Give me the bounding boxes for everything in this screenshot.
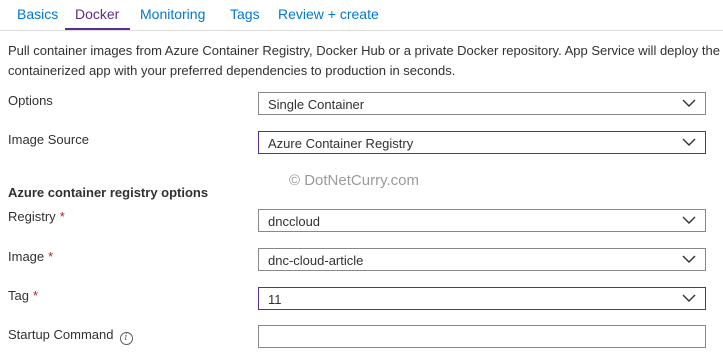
tab-basics[interactable]: Basics — [17, 6, 58, 22]
tag-dropdown[interactable]: 11 — [258, 287, 706, 310]
chevron-down-icon — [682, 99, 696, 107]
chevron-down-icon — [682, 138, 696, 146]
required-indicator: * — [32, 288, 39, 303]
startup-command-label: Startup Command i — [8, 327, 133, 345]
image-dropdown[interactable]: dnc-cloud-article — [258, 248, 706, 271]
tab-docker[interactable]: Docker — [75, 6, 119, 22]
options-value: Single Container — [268, 97, 365, 112]
tag-value: 11 — [268, 292, 282, 307]
image-value: dnc-cloud-article — [268, 253, 364, 268]
startup-command-label-text: Startup Command — [8, 327, 114, 342]
registry-label: Registry * — [8, 209, 65, 224]
registry-label-text: Registry — [8, 209, 56, 224]
image-label: Image * — [8, 249, 53, 264]
tab-review-create[interactable]: Review + create — [278, 6, 379, 22]
tab-monitoring[interactable]: Monitoring — [140, 6, 205, 22]
info-icon[interactable]: i — [119, 332, 133, 345]
image-label-text: Image — [8, 249, 45, 264]
tab-bar: Basics Docker Monitoring Tags Review + c… — [0, 0, 723, 30]
startup-command-input[interactable] — [258, 325, 706, 348]
chevron-down-icon — [682, 216, 696, 224]
section-title: Azure container registry options — [8, 185, 209, 200]
image-source-dropdown[interactable]: Azure Container Registry — [258, 131, 706, 154]
options-label: Options — [8, 93, 53, 108]
registry-value: dnccloud — [268, 214, 321, 229]
page-description: Pull container images from Azure Contain… — [8, 43, 720, 78]
required-indicator: * — [48, 249, 54, 264]
required-indicator: * — [59, 209, 65, 224]
tag-label: Tag * — [8, 288, 38, 303]
registry-dropdown[interactable]: dnccloud — [258, 209, 706, 232]
tab-tags[interactable]: Tags — [230, 6, 260, 22]
chevron-down-icon — [682, 294, 696, 302]
options-dropdown[interactable]: Single Container — [258, 92, 706, 115]
tag-label-text: Tag — [8, 288, 29, 303]
image-source-label: Image Source — [8, 132, 89, 147]
chevron-down-icon — [682, 255, 696, 263]
tab-divider — [0, 30, 723, 31]
image-source-value: Azure Container Registry — [268, 136, 414, 151]
watermark: © DotNetCurry.com — [289, 172, 419, 189]
